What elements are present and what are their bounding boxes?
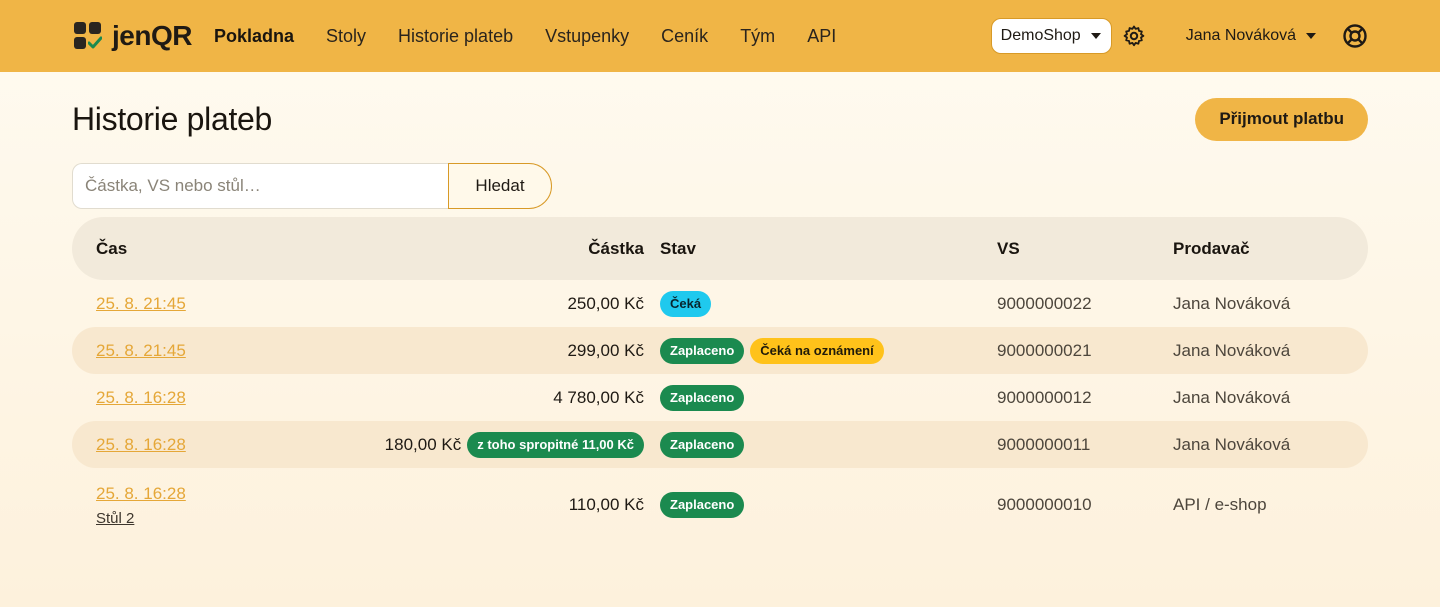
payment-vs: 9000000010 [997, 495, 1092, 514]
payment-seller: Jana Nováková [1173, 434, 1291, 454]
payment-amount: 299,00 Kč [567, 340, 644, 360]
table-row: 25. 8. 21:45 299,00 Kč Zaplaceno Čeká na… [72, 327, 1368, 374]
table-row: 25. 8. 16:28 4 780,00 Kč Zaplaceno 90000… [72, 374, 1368, 421]
status-badge-paid: Zaplaceno [660, 492, 745, 518]
header-seller: Prodavač [1173, 238, 1250, 258]
search-form: Hledat [72, 163, 1368, 209]
nav-link-stoly[interactable]: Stoly [326, 26, 366, 47]
payment-amount: 110,00 Kč [568, 495, 644, 514]
search-input[interactable] [72, 163, 448, 209]
nav-link-tym[interactable]: Tým [740, 26, 775, 47]
nav-link-historie-plateb[interactable]: Historie plateb [398, 26, 513, 47]
page-header: Historie plateb Přijmout platbu [72, 72, 1368, 164]
table-row: 25. 8. 16:28 180,00 Kč z toho spropitné … [72, 421, 1368, 468]
payment-time-link[interactable]: 25. 8. 16:28 [96, 388, 186, 407]
status-badge-paid: Zaplaceno [660, 384, 745, 411]
status-badge-pending: Čeká [660, 290, 712, 317]
payment-time-link[interactable]: 25. 8. 16:28 [96, 435, 186, 454]
nav-links: Pokladna Stoly Historie plateb Vstupenky… [214, 26, 868, 47]
shop-select[interactable]: DemoShop [990, 18, 1112, 54]
brand-name: jenQR [112, 20, 192, 51]
user-menu[interactable]: Jana Nováková [1186, 27, 1316, 45]
support-icon[interactable] [1342, 23, 1368, 49]
payment-time-link[interactable]: 25. 8. 21:45 [96, 341, 186, 360]
status-badge-awaiting-notification: Čeká na oznámení [750, 337, 884, 364]
logo-icon [74, 22, 102, 50]
payment-time-link[interactable]: 25. 8. 16:28 [96, 484, 186, 503]
payment-vs: 9000000021 [997, 340, 1092, 360]
payment-amount: 250,00 Kč [567, 293, 644, 313]
brand[interactable]: jenQR [74, 20, 192, 52]
payment-vs: 9000000022 [997, 293, 1092, 313]
navbar: jenQR Pokladna Stoly Historie plateb Vst… [0, 0, 1440, 72]
payment-seller: Jana Nováková [1173, 293, 1291, 313]
caret-down-icon [1090, 33, 1101, 39]
shop-select-label: DemoShop [1000, 27, 1081, 44]
payment-time-link[interactable]: 25. 8. 21:45 [96, 294, 186, 313]
nav-right: DemoShop Jana Nováková [990, 18, 1368, 54]
accept-payment-button[interactable]: Přijmout platbu [1195, 97, 1368, 141]
status-badge-paid: Zaplaceno [660, 337, 745, 364]
table-row: 25. 8. 16:28 Stůl 2 110,00 Kč Zaplaceno … [72, 468, 1368, 542]
tip-badge: z toho spropitné 11,00 Kč [467, 431, 644, 458]
nav-link-cenik[interactable]: Ceník [661, 26, 708, 47]
header-amount: Částka [588, 238, 644, 258]
header-time: Čas [96, 238, 128, 258]
nav-link-api[interactable]: API [807, 26, 836, 47]
payments-table: Čas Částka Stav VS Prodavač 25. 8. 21:45… [72, 217, 1368, 542]
nav-link-vstupenky[interactable]: Vstupenky [545, 26, 629, 47]
payment-seller: Jana Nováková [1173, 340, 1291, 360]
status-badge-paid: Zaplaceno [660, 431, 745, 458]
search-button[interactable]: Hledat [448, 163, 552, 209]
payment-seller: API / e-shop [1173, 495, 1267, 514]
payment-vs: 9000000011 [997, 434, 1091, 454]
header-vs: VS [997, 238, 1020, 258]
payment-seller: Jana Nováková [1173, 387, 1291, 407]
payment-vs: 9000000012 [997, 387, 1092, 407]
gear-icon[interactable] [1122, 24, 1146, 48]
table-header: Čas Částka Stav VS Prodavač [72, 217, 1368, 280]
payment-amount: 4 780,00 Kč [553, 387, 644, 407]
table-row: 25. 8. 21:45 250,00 Kč Čeká 9000000022 J… [72, 280, 1368, 327]
caret-down-icon [1306, 33, 1316, 39]
header-status: Stav [660, 238, 696, 258]
nav-link-pokladna[interactable]: Pokladna [214, 26, 294, 47]
page-title: Historie plateb [72, 100, 273, 137]
table-link[interactable]: Stůl 2 [96, 510, 375, 527]
main-content: Historie plateb Přijmout platbu Hledat Č… [0, 72, 1440, 542]
payment-amount: 180,00 Kč [384, 434, 462, 454]
user-name: Jana Nováková [1185, 27, 1296, 44]
